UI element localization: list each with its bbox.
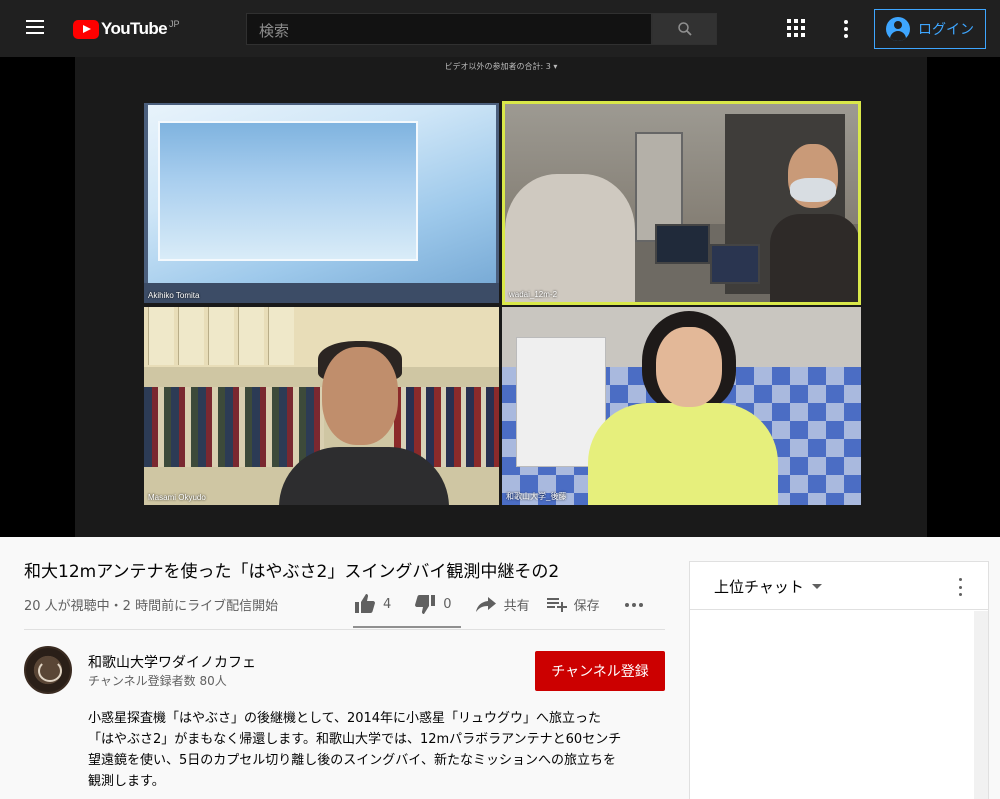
- video-title: 和大12mアンテナを使った「はやぶさ2」スイングバイ観測中継その2: [24, 562, 560, 582]
- description-line: 望遠鏡を使い、5日のカプセル切り離し後のスイングバイ、新たなミッションへの旅立ち…: [88, 753, 617, 768]
- chat-header: 上位チャット: [690, 562, 988, 610]
- participant-tile: 和歌山大学_後藤: [502, 307, 861, 505]
- share-label: 共有: [503, 598, 530, 614]
- chat-mode-dropdown[interactable]: 上位チャット: [714, 576, 822, 597]
- participant-name: wadai_12m-2: [509, 290, 558, 299]
- zoom-gallery: ビデオ以外の参加者の合計: 3 ▾ Akihiko Tomita wadai_1…: [75, 57, 927, 537]
- chat-scrollbar[interactable]: [974, 611, 988, 799]
- divider: [24, 629, 665, 630]
- more-horiz-icon: [624, 603, 643, 607]
- video-player[interactable]: ビデオ以外の参加者の合計: 3 ▾ Akihiko Tomita wadai_1…: [0, 57, 1000, 537]
- masthead: YouTube JP 検索 ログイン: [0, 0, 1000, 57]
- participant-name: Akihiko Tomita: [148, 291, 200, 300]
- video-description: 小惑星探査機「はやぶさ」の後継機として、2014年に小惑星「リュウグウ」へ旅立っ…: [88, 708, 668, 792]
- save-playlist-icon: [546, 598, 567, 612]
- dislike-icon: [415, 595, 436, 614]
- participant-tile: Masami Okyudo: [144, 307, 499, 505]
- more-vert-icon[interactable]: [836, 18, 856, 40]
- more-vert-icon[interactable]: [956, 578, 964, 596]
- save-label: 保存: [573, 598, 600, 614]
- channel-name[interactable]: 和歌山大学ワダイノカフェ: [88, 652, 256, 672]
- description-line: 「はやぶさ2」がまもなく帰還します。和歌山大学では、12mパラボラアンテナと60…: [88, 732, 622, 747]
- like-button[interactable]: 4: [353, 592, 391, 616]
- caret-down-icon: [811, 584, 822, 589]
- search-icon: [677, 22, 692, 36]
- video-meta: 20 人が視聴中・2 時間前にライブ配信開始: [24, 599, 279, 614]
- youtube-logo[interactable]: YouTube JP: [73, 17, 180, 41]
- dislike-count: 0: [443, 596, 452, 612]
- live-chat: 上位チャット: [689, 561, 989, 799]
- subscriber-count: チャンネル登録者数 80人: [88, 674, 227, 688]
- login-label: ログイン: [918, 22, 974, 38]
- apps-icon[interactable]: [787, 19, 805, 37]
- participant-tile-active-speaker: wadai_12m-2: [502, 101, 861, 305]
- share-icon: [475, 597, 496, 612]
- participants-header: ビデオ以外の参加者の合計: 3 ▾: [444, 62, 558, 71]
- sentiment-bar: [353, 626, 461, 628]
- chat-mode-label: 上位チャット: [714, 578, 804, 596]
- account-icon: [886, 17, 910, 41]
- search-input[interactable]: 検索: [246, 13, 652, 45]
- participant-name: Masami Okyudo: [148, 493, 206, 502]
- more-actions-button[interactable]: [622, 592, 652, 616]
- dislike-button[interactable]: 0: [413, 592, 452, 616]
- logo-text: YouTube: [101, 19, 168, 38]
- search-placeholder: 検索: [259, 22, 290, 40]
- logo-region: JP: [169, 19, 180, 29]
- search-button[interactable]: [652, 13, 717, 45]
- menu-icon[interactable]: [22, 16, 50, 42]
- participant-name: 和歌山大学_後藤: [506, 492, 567, 501]
- subscribe-button[interactable]: チャンネル登録: [535, 651, 665, 691]
- channel-avatar[interactable]: [24, 646, 72, 694]
- description-line: 観測します。: [88, 774, 165, 789]
- chat-messages: [690, 611, 974, 799]
- share-button[interactable]: 共有: [474, 592, 530, 616]
- participant-tile: Akihiko Tomita: [144, 103, 499, 303]
- description-line: 小惑星探査機「はやぶさ」の後継機として、2014年に小惑星「リュウグウ」へ旅立っ…: [88, 711, 602, 726]
- action-bar: 4 0 共有 保存: [353, 589, 652, 619]
- save-button[interactable]: 保存: [544, 592, 600, 616]
- youtube-logo-icon: [73, 19, 99, 39]
- login-button[interactable]: ログイン: [874, 9, 986, 49]
- like-count: 4: [383, 596, 392, 612]
- like-icon: [355, 594, 375, 613]
